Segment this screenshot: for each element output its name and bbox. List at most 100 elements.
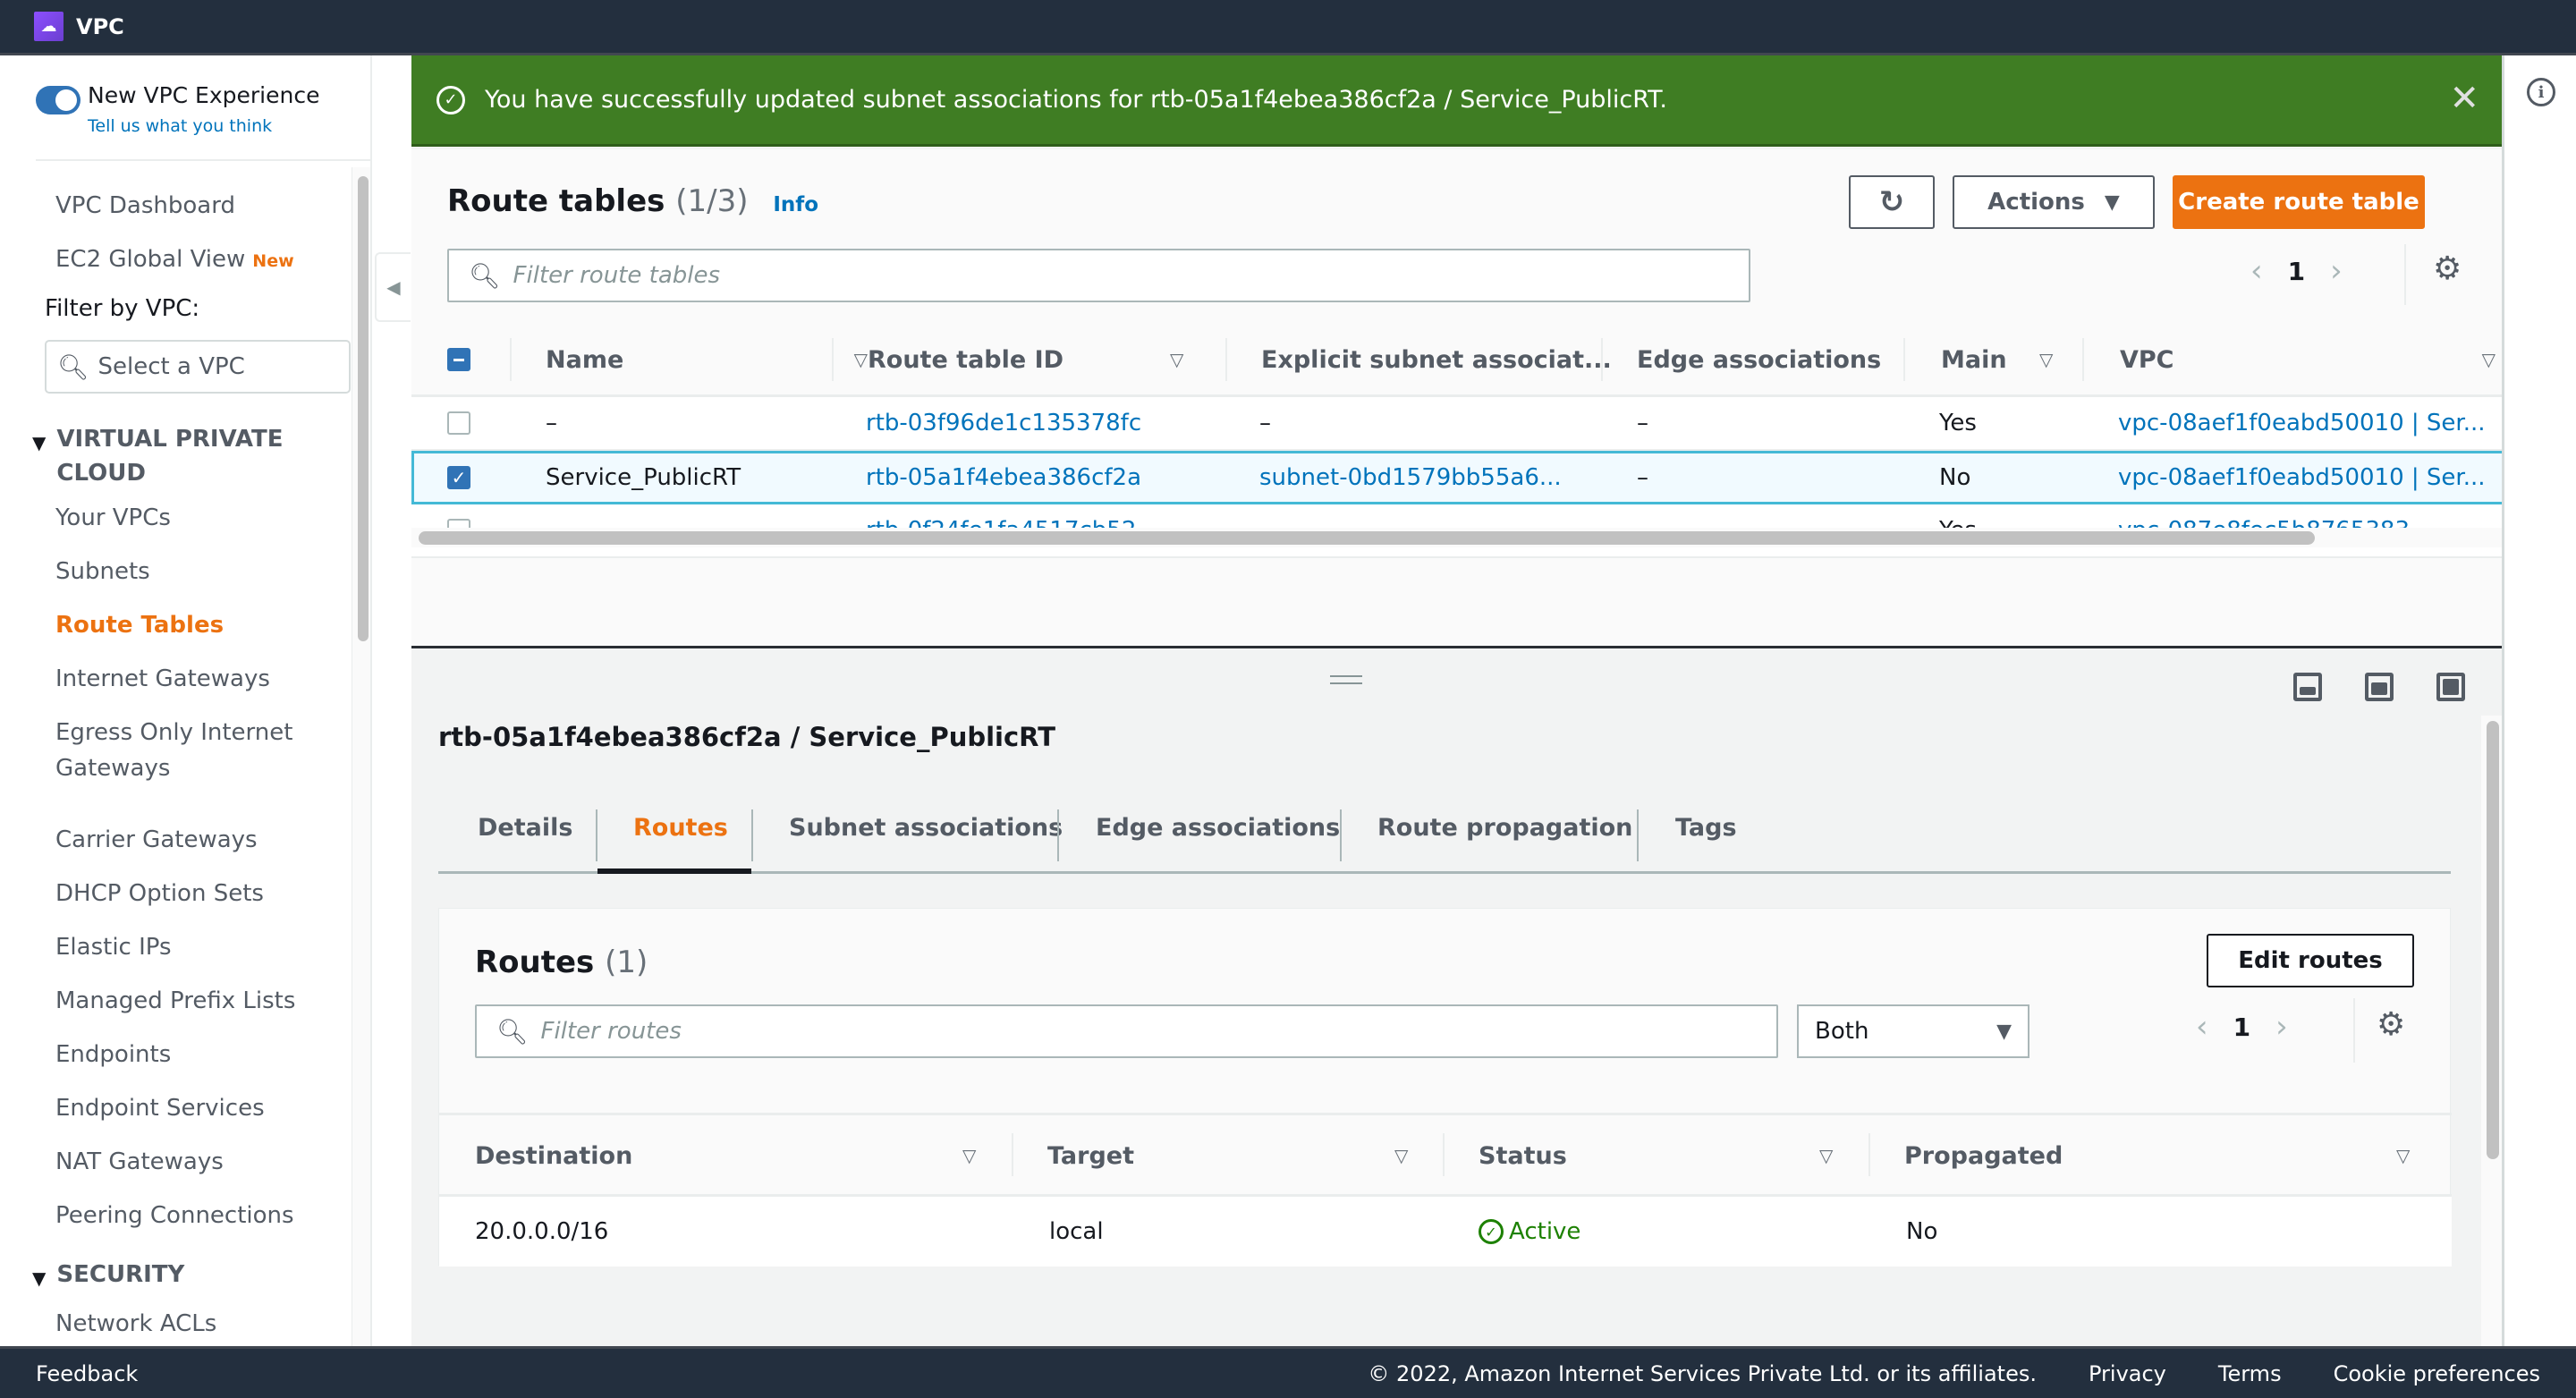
sort-icon[interactable]: ▽: [2482, 349, 2496, 370]
gear-icon[interactable]: ⚙: [2377, 1006, 2405, 1043]
terms-link[interactable]: Terms: [2218, 1361, 2282, 1386]
sidebar-item-endpoints[interactable]: Endpoints: [55, 1037, 171, 1072]
sidebar-item-your-vpcs[interactable]: Your VPCs: [55, 500, 171, 536]
column-header-explicit-subnet-associations[interactable]: Explicit subnet associat...: [1261, 322, 1612, 397]
cell-vpc[interactable]: vpc-08aef1f0eabd50010 | Ser...: [2118, 397, 2486, 449]
next-page-icon[interactable]: ›: [2330, 253, 2343, 289]
cell-propagated: No: [1906, 1218, 1938, 1245]
scrollbar-thumb[interactable]: [2487, 721, 2499, 1159]
sidebar-item-nat-gateways[interactable]: NAT Gateways: [55, 1144, 224, 1180]
detail-tabs: Details Routes Subnet associations Edge …: [438, 784, 2451, 874]
route-type-select[interactable]: Both ▼: [1797, 1004, 2029, 1058]
next-page-icon[interactable]: ›: [2275, 1009, 2288, 1045]
sort-icon[interactable]: ▽: [2039, 349, 2053, 370]
create-route-table-button[interactable]: Create route table: [2173, 175, 2425, 229]
column-header-vpc[interactable]: VPC ▽: [2120, 322, 2496, 397]
filter-routes-input[interactable]: 🔍︎ Filter routes: [475, 1004, 1778, 1058]
split-panel: rtb-05a1f4ebea386cf2a / Service_PublicRT…: [411, 646, 2502, 1346]
tab-subnet-associations[interactable]: Subnet associations: [789, 784, 1063, 871]
scrollbar-thumb[interactable]: [419, 531, 2315, 545]
sidebar-item-dhcp-option-sets[interactable]: DHCP Option Sets: [55, 876, 264, 911]
column-header-propagated[interactable]: Propagated: [1904, 1115, 2063, 1196]
cookie-preferences-link[interactable]: Cookie preferences: [2334, 1361, 2540, 1386]
section-security[interactable]: ▼ SECURITY: [32, 1258, 184, 1295]
cell-vpc[interactable]: vpc-08aef1f0eabd50010 | Ser...: [2118, 453, 2486, 502]
sidebar-scrollbar[interactable]: [352, 167, 370, 1346]
column-header-name[interactable]: Name ▽: [546, 322, 868, 397]
current-page[interactable]: 1: [2233, 1012, 2250, 1042]
select-all-checkbox[interactable]: [447, 348, 470, 371]
table-horizontal-scrollbar[interactable]: [411, 528, 2502, 547]
split-panel-bottom-medium-icon[interactable]: [2365, 673, 2394, 701]
vpc-filter-select[interactable]: 🔍︎ Select a VPC: [45, 340, 351, 394]
feedback-link[interactable]: Feedback: [36, 1361, 138, 1386]
sort-icon[interactable]: ▽: [962, 1115, 976, 1196]
collapse-sidebar-button[interactable]: ◀: [375, 252, 411, 322]
column-divider: [832, 338, 834, 381]
sort-icon[interactable]: ▽: [854, 349, 868, 370]
refresh-button[interactable]: ↻: [1849, 175, 1935, 229]
sidebar-item-peering-connections[interactable]: Peering Connections: [55, 1198, 294, 1233]
sidebar-item-elastic-ips[interactable]: Elastic IPs: [55, 929, 172, 965]
sidebar-item-endpoint-services[interactable]: Endpoint Services: [55, 1090, 265, 1126]
tab-edge-associations[interactable]: Edge associations: [1096, 784, 1340, 871]
row-checkbox-checked[interactable]: ✓: [447, 466, 470, 489]
feedback-link[interactable]: Tell us what you think: [88, 116, 272, 136]
column-label: VPC: [2120, 345, 2174, 374]
table-row-selected[interactable]: ✓ Service_PublicRT rtb-05a1f4ebea386cf2a…: [411, 451, 2502, 504]
sidebar-item-carrier-gateways[interactable]: Carrier Gateways: [55, 822, 258, 858]
column-divider: [1868, 1133, 1870, 1176]
cell-route-table-id[interactable]: rtb-03f96de1c135378fc: [866, 397, 1141, 449]
column-header-target[interactable]: Target: [1047, 1115, 1134, 1196]
column-header-destination[interactable]: Destination: [475, 1115, 632, 1196]
column-header-main[interactable]: Main ▽: [1941, 322, 2053, 397]
column-header-edge-associations[interactable]: Edge associations: [1637, 322, 1881, 397]
column-label: Explicit subnet associat...: [1261, 345, 1612, 374]
split-panel-bottom-small-icon[interactable]: [2293, 673, 2322, 701]
sidebar-item-managed-prefix-lists[interactable]: Managed Prefix Lists: [55, 983, 295, 1019]
resize-handle-icon[interactable]: [1330, 675, 1362, 684]
gear-icon[interactable]: ⚙: [2433, 250, 2462, 287]
info-icon[interactable]: i: [2527, 78, 2555, 106]
sidebar-item-route-tables[interactable]: Route Tables: [55, 607, 224, 643]
cell-route-table-id[interactable]: rtb-05a1f4ebea386cf2a: [866, 453, 1141, 502]
sidebar-item-egress-only-internet-gateways[interactable]: Egress Only Internet Gateways: [55, 715, 324, 786]
edit-routes-button[interactable]: Edit routes: [2207, 934, 2414, 987]
current-page[interactable]: 1: [2288, 257, 2305, 286]
vpc-cloud-shield-icon[interactable]: ☁: [34, 12, 64, 41]
split-panel-full-icon[interactable]: [2436, 673, 2465, 701]
previous-page-icon[interactable]: ‹: [2196, 1009, 2208, 1045]
tab-tags[interactable]: Tags: [1675, 784, 1737, 871]
row-checkbox[interactable]: [447, 411, 470, 435]
sort-icon[interactable]: ▽: [1394, 1115, 1408, 1196]
cell-subnet-associations[interactable]: subnet-0bd1579bb55a6...: [1259, 453, 1562, 502]
privacy-link[interactable]: Privacy: [2089, 1361, 2166, 1386]
sidebar-scrollbar-thumb[interactable]: [358, 176, 369, 641]
info-link[interactable]: Info: [773, 193, 818, 216]
column-header-route-table-id[interactable]: Route table ID ▽: [868, 322, 1183, 397]
sidebar-item-ec2-global-view[interactable]: EC2 Global View New: [55, 241, 294, 279]
sidebar-item-subnets[interactable]: Subnets: [55, 554, 150, 589]
tab-route-propagation[interactable]: Route propagation: [1377, 784, 1632, 871]
column-header-status[interactable]: Status: [1479, 1115, 1567, 1196]
actions-dropdown-button[interactable]: Actions ▼: [1953, 175, 2155, 229]
previous-page-icon[interactable]: ‹: [2250, 253, 2263, 289]
column-label: Destination: [475, 1141, 633, 1170]
sidebar-item-vpc-dashboard[interactable]: VPC Dashboard: [55, 188, 235, 224]
split-panel-scrollbar[interactable]: [2481, 716, 2502, 1346]
new-experience-toggle[interactable]: [36, 86, 80, 114]
tab-details[interactable]: Details: [478, 784, 572, 871]
sort-icon[interactable]: ▽: [1819, 1115, 1833, 1196]
sidebar-item-internet-gateways[interactable]: Internet Gateways: [55, 661, 270, 697]
section-virtual-private-cloud[interactable]: ▼ VIRTUAL PRIVATE CLOUD: [32, 422, 289, 490]
tab-routes[interactable]: Routes: [633, 784, 728, 871]
sort-icon[interactable]: ▽: [2396, 1115, 2410, 1196]
service-name[interactable]: VPC: [76, 14, 124, 39]
sidebar-item-network-acls[interactable]: Network ACLs: [55, 1306, 216, 1342]
cell-destination: 20.0.0.0/16: [475, 1218, 609, 1245]
filter-route-tables-input[interactable]: 🔍︎ Filter route tables: [447, 249, 1750, 302]
table-row[interactable]: – rtb-03f96de1c135378fc – – Yes vpc-08ae…: [411, 397, 2502, 451]
close-icon[interactable]: ✕: [2449, 80, 2479, 116]
routes-table-row[interactable]: 20.0.0.0/16 local ✓ Active No: [439, 1197, 2452, 1267]
sort-icon[interactable]: ▽: [1170, 349, 1183, 370]
